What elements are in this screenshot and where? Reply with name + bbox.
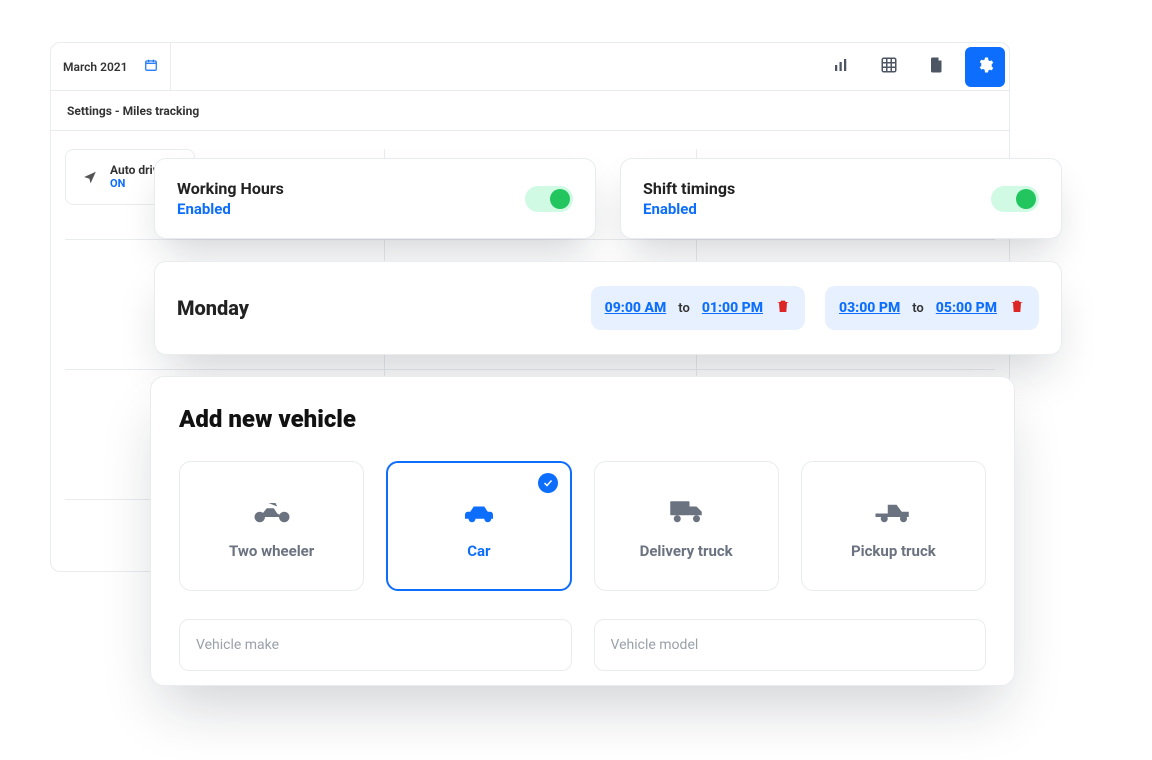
vehicle-type-label: Two wheeler xyxy=(229,542,314,560)
pickup-truck-icon xyxy=(870,492,916,528)
delete-slot-button[interactable] xyxy=(775,298,791,318)
slot-start-time[interactable]: 09:00 AM xyxy=(605,300,667,316)
working-hours-title: Working Hours xyxy=(177,179,284,198)
date-label: March 2021 xyxy=(63,60,128,74)
time-slot: 09:00 AM to 01:00 PM xyxy=(591,286,805,330)
vehicle-type-two-wheeler[interactable]: Two wheeler xyxy=(179,461,364,591)
settings-button[interactable] xyxy=(965,47,1005,87)
vehicle-type-grid: Two wheeler Car Delivery truck xyxy=(179,461,986,591)
selected-badge xyxy=(538,473,558,493)
vehicle-type-label: Delivery truck xyxy=(640,542,733,560)
grid-icon xyxy=(880,56,898,78)
vehicle-type-car[interactable]: Car xyxy=(386,461,571,591)
vehicle-model-input[interactable] xyxy=(594,619,987,671)
working-hours-card: Working Hours Enabled xyxy=(154,158,596,239)
grid-button[interactable] xyxy=(869,47,909,87)
topbar-actions xyxy=(817,43,1009,90)
box-truck-icon xyxy=(663,492,709,528)
time-slot: 03:00 PM to 05:00 PM xyxy=(825,286,1039,330)
topbar: March 2021 xyxy=(51,43,1009,91)
working-hours-status: Enabled xyxy=(177,200,284,218)
shift-timings-title: Shift timings xyxy=(643,179,735,198)
gear-icon xyxy=(976,56,994,78)
check-icon xyxy=(542,474,554,493)
delete-slot-button[interactable] xyxy=(1009,298,1025,318)
shift-timings-toggle[interactable] xyxy=(991,186,1039,212)
slot-to-label: to xyxy=(912,301,924,316)
vehicle-type-label: Car xyxy=(467,542,490,560)
car-icon xyxy=(456,492,502,528)
shift-timings-card: Shift timings Enabled xyxy=(620,158,1062,239)
breadcrumb: Settings - Miles tracking xyxy=(51,91,1009,131)
breadcrumb-text: Settings - Miles tracking xyxy=(67,104,199,118)
chart-icon xyxy=(832,56,850,78)
day-name: Monday xyxy=(177,296,249,320)
add-vehicle-card: Add new vehicle Two wheeler Car xyxy=(150,376,1015,686)
slot-to-label: to xyxy=(678,301,690,316)
vehicle-type-label: Pickup truck xyxy=(851,542,936,560)
trash-icon xyxy=(775,298,791,318)
slot-start-time[interactable]: 03:00 PM xyxy=(839,300,900,316)
export-button[interactable] xyxy=(917,47,957,87)
vehicle-type-delivery-truck[interactable]: Delivery truck xyxy=(594,461,779,591)
vehicle-make-input[interactable] xyxy=(179,619,572,671)
motorcycle-icon xyxy=(249,492,295,528)
working-hours-toggle[interactable] xyxy=(525,186,573,212)
shift-timings-status: Enabled xyxy=(643,200,735,218)
file-icon xyxy=(928,56,946,78)
slot-end-time[interactable]: 01:00 PM xyxy=(702,300,763,316)
date-picker[interactable]: March 2021 xyxy=(51,43,171,90)
day-schedule-card: Monday 09:00 AM to 01:00 PM 03:00 PM to … xyxy=(154,261,1062,355)
calendar-icon xyxy=(144,58,158,75)
slot-end-time[interactable]: 05:00 PM xyxy=(936,300,997,316)
vehicle-type-pickup-truck[interactable]: Pickup truck xyxy=(801,461,986,591)
add-vehicle-heading: Add new vehicle xyxy=(179,405,986,433)
trash-icon xyxy=(1009,298,1025,318)
analytics-button[interactable] xyxy=(821,47,861,87)
settings-floater: Working Hours Enabled Shift timings Enab… xyxy=(154,158,1062,355)
